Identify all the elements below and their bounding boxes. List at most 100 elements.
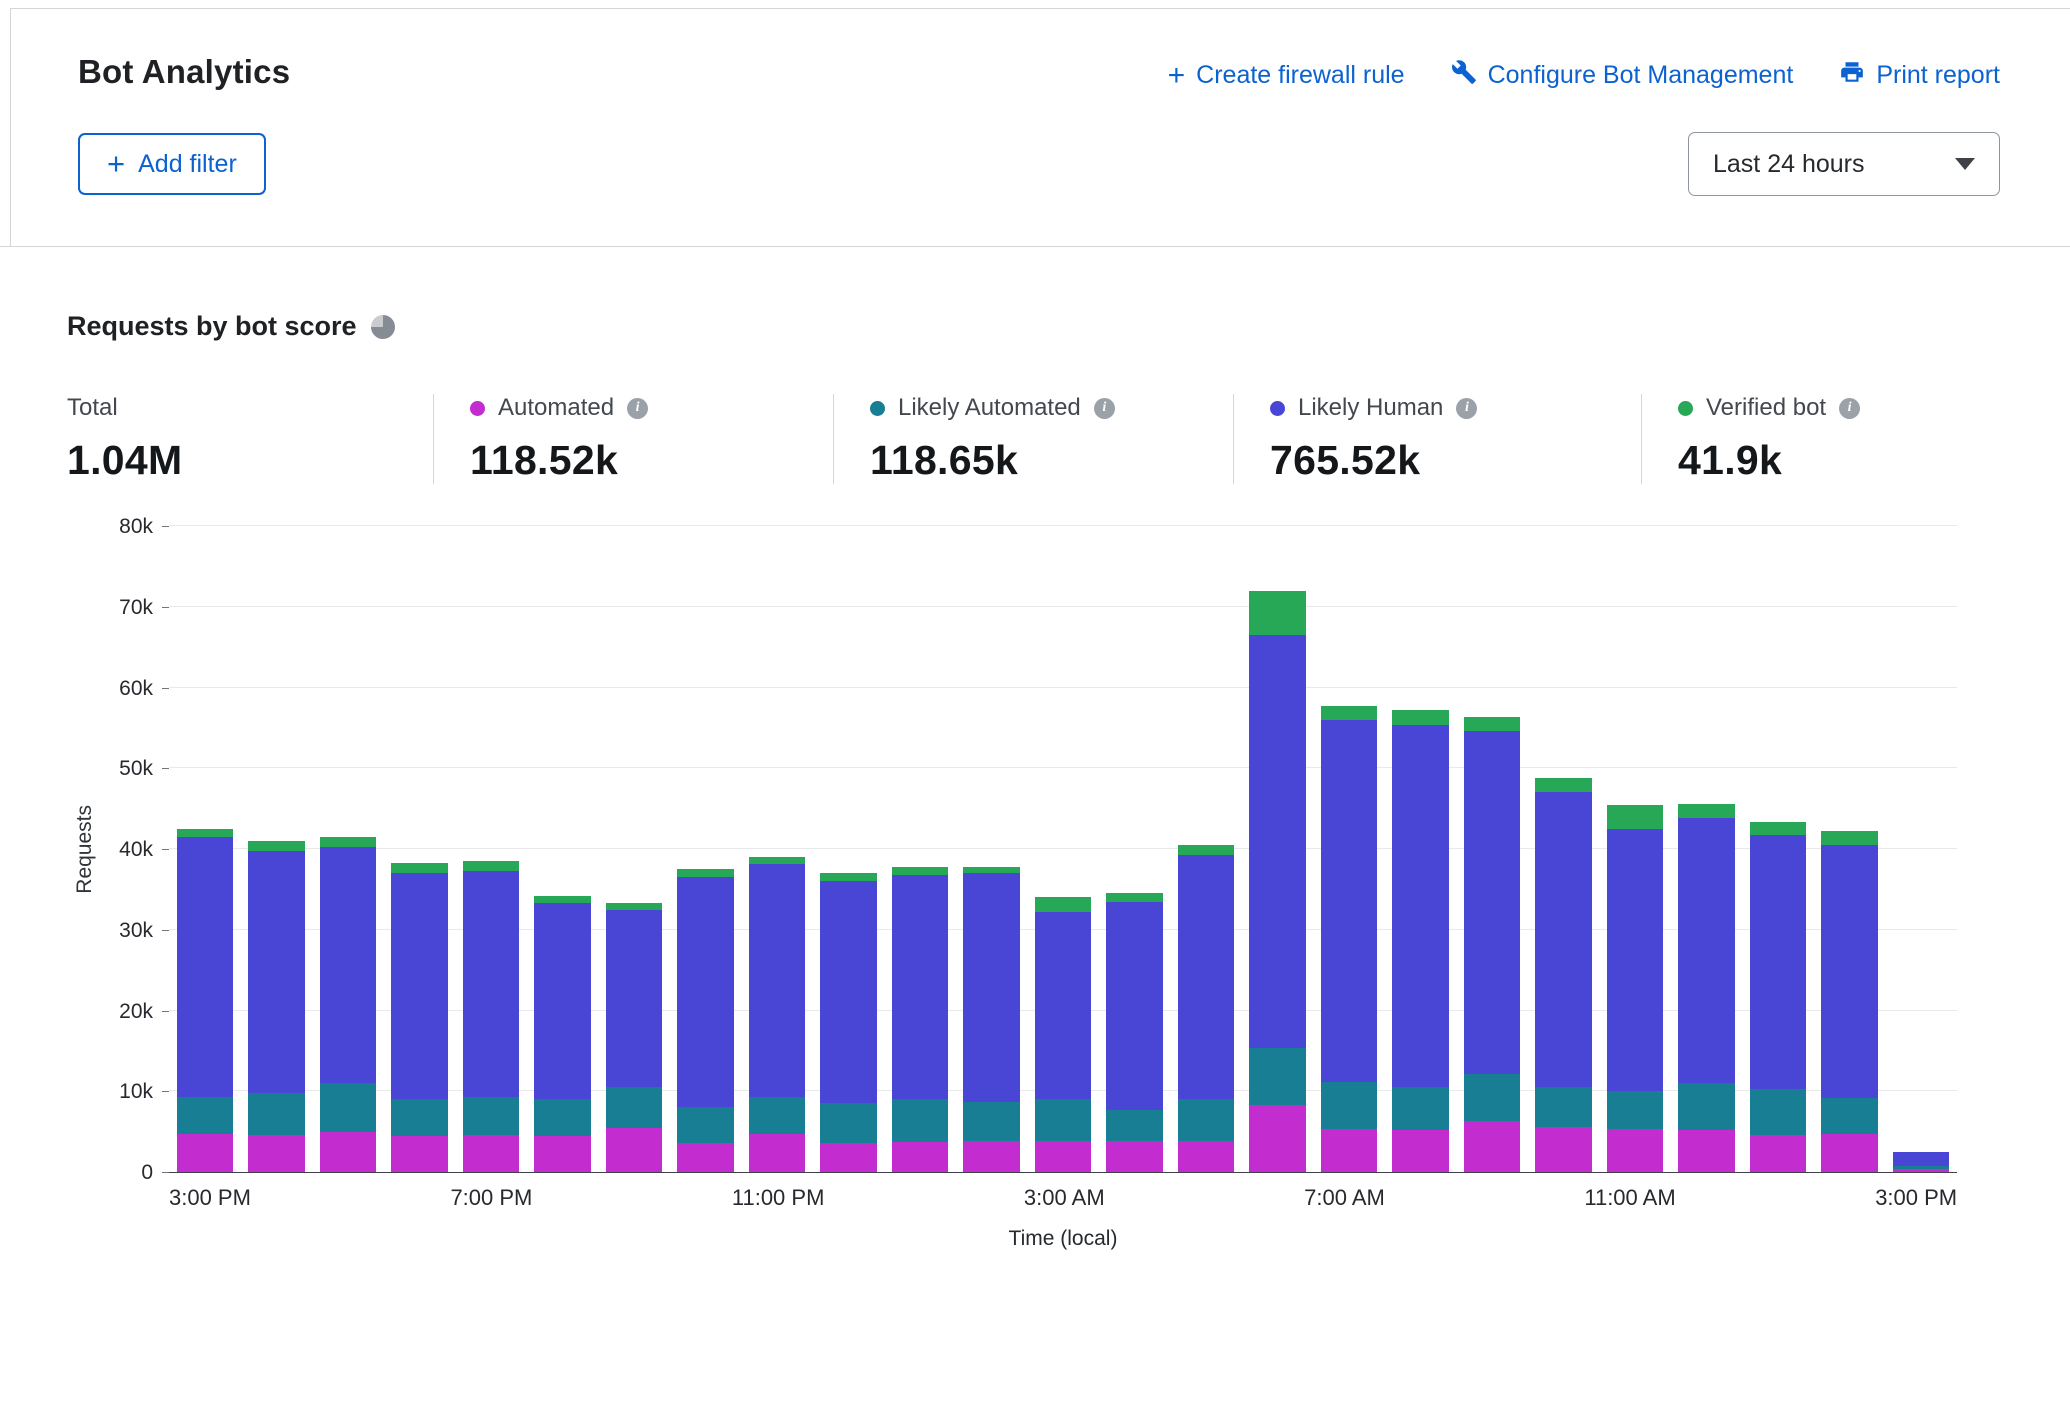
bar-segment-likely-automated — [177, 1097, 233, 1134]
bar-segment-likely-human — [606, 910, 662, 1088]
bar-segment-automated — [749, 1134, 805, 1172]
bar-segment-likely-automated — [463, 1097, 519, 1135]
bar-segment-automated — [177, 1134, 233, 1172]
bar-segment-automated — [1035, 1141, 1091, 1172]
bar-segment-automated — [1821, 1134, 1877, 1172]
requests-chart: Requests 010k20k30k40k50k60k70k80k 3:00 … — [67, 526, 1957, 1251]
bar-segment-likely-human — [1035, 912, 1091, 1099]
bar-segment-likely-human — [248, 851, 304, 1093]
y-axis-ticks: 010k20k30k40k50k60k70k80k — [103, 526, 169, 1173]
print-report-link[interactable]: Print report — [1839, 59, 2000, 92]
stacked-bar — [1321, 706, 1377, 1172]
bar-segment-likely-automated — [892, 1099, 948, 1142]
bar-segment-verified-bot — [1821, 831, 1877, 845]
configure-bot-management-link[interactable]: Configure Bot Management — [1451, 59, 1794, 92]
stacked-bar — [963, 867, 1019, 1172]
bar-segment-likely-human — [177, 837, 233, 1097]
bar-segment-automated — [820, 1143, 876, 1172]
bar-segment-automated — [1392, 1130, 1448, 1172]
bar-segment-verified-bot — [1035, 897, 1091, 912]
bar-segment-likely-human — [1750, 835, 1806, 1089]
stacked-bar — [1464, 717, 1520, 1172]
y-tick-label: 40k — [103, 838, 153, 862]
bar-segment-automated — [1249, 1105, 1305, 1172]
x-tick-label: 3:00 PM — [1875, 1185, 1957, 1211]
stat-likely-automated-label: Likely Automated — [898, 394, 1081, 422]
bar-segment-verified-bot — [534, 896, 590, 903]
header-actions: + Create firewall rule Configure Bot Man… — [1168, 53, 2000, 92]
bar-segment-likely-human — [1464, 731, 1520, 1073]
x-tick-label: 11:00 AM — [1584, 1185, 1675, 1211]
legend-dot-verified-bot — [1678, 401, 1693, 416]
filter-row: + Add filter Last 24 hours — [78, 132, 2000, 196]
bar-segment-verified-bot — [248, 841, 304, 851]
bar-segment-likely-human — [1821, 845, 1877, 1098]
stacked-bar — [1750, 822, 1806, 1172]
bar-segment-likely-automated — [248, 1093, 304, 1135]
card-body: Requests by bot score Total 1.04M Automa… — [0, 247, 2070, 1251]
stacked-bar — [892, 867, 948, 1172]
bar-segment-likely-human — [963, 873, 1019, 1102]
bar-segment-automated — [1607, 1129, 1663, 1172]
time-range-select[interactable]: Last 24 hours — [1688, 132, 2000, 196]
create-firewall-rule-link[interactable]: + Create firewall rule — [1168, 61, 1405, 90]
bar-segment-automated — [1321, 1129, 1377, 1172]
y-tick-label: 50k — [103, 757, 153, 781]
bar-segment-likely-human — [749, 864, 805, 1097]
stat-likely-human: Likely Human i 765.52k — [1233, 394, 1641, 484]
bar-segment-verified-bot — [1392, 710, 1448, 725]
bar-segment-likely-human — [1106, 902, 1162, 1110]
bar-segment-verified-bot — [177, 829, 233, 837]
stat-likely-automated-value: 118.65k — [870, 437, 1203, 484]
bar-segment-likely-automated — [1678, 1083, 1734, 1130]
bar-segment-likely-automated — [749, 1097, 805, 1134]
bar-segment-verified-bot — [892, 867, 948, 875]
stat-automated: Automated i 118.52k — [433, 394, 833, 484]
x-tick-label: 11:00 PM — [732, 1185, 825, 1211]
stat-likely-human-value: 765.52k — [1270, 437, 1611, 484]
bar-segment-likely-automated — [1392, 1087, 1448, 1130]
bar-segment-automated — [1106, 1141, 1162, 1172]
legend-dot-likely-automated — [870, 401, 885, 416]
bar-segment-automated — [1750, 1135, 1806, 1172]
bar-segment-likely-automated — [1750, 1089, 1806, 1135]
header-row: Bot Analytics + Create firewall rule Con… — [78, 53, 2000, 92]
bar-segment-automated — [1678, 1130, 1734, 1172]
bar-segment-verified-bot — [1106, 893, 1162, 901]
bar-segment-likely-human — [391, 873, 447, 1099]
bar-segment-verified-bot — [1535, 778, 1591, 793]
bar-segment-automated — [463, 1135, 519, 1172]
bar-segment-likely-human — [1178, 855, 1234, 1099]
stacked-bar — [820, 873, 876, 1172]
pie-chart-icon — [371, 315, 395, 339]
bar-segment-automated — [677, 1143, 733, 1172]
x-tick-label: 3:00 PM — [169, 1185, 251, 1211]
stacked-bar — [177, 829, 233, 1172]
stat-automated-label: Automated — [498, 394, 614, 422]
printer-icon — [1839, 59, 1865, 92]
info-icon[interactable]: i — [1094, 398, 1115, 419]
y-tick-label: 30k — [103, 919, 153, 943]
bar-segment-likely-human — [320, 847, 376, 1083]
bar-segment-automated — [1535, 1127, 1591, 1172]
stacked-bar — [677, 869, 733, 1172]
bar-segment-likely-human — [677, 877, 733, 1107]
bar-segment-automated — [1893, 1169, 1949, 1172]
stat-verified-bot-label: Verified bot — [1706, 394, 1826, 422]
bar-segment-automated — [606, 1128, 662, 1172]
bar-segment-automated — [391, 1136, 447, 1172]
add-filter-button[interactable]: + Add filter — [78, 133, 266, 195]
bar-segment-likely-automated — [1178, 1099, 1234, 1140]
info-icon[interactable]: i — [1839, 398, 1860, 419]
stacked-bar — [248, 841, 304, 1172]
info-icon[interactable]: i — [627, 398, 648, 419]
section-title: Requests by bot score — [67, 311, 357, 342]
stat-verified-bot-value: 41.9k — [1678, 437, 1860, 484]
stat-total-label: Total — [67, 394, 118, 422]
create-firewall-rule-label: Create firewall rule — [1196, 61, 1404, 90]
bar-segment-verified-bot — [463, 861, 519, 871]
info-icon[interactable]: i — [1456, 398, 1477, 419]
bar-segment-likely-automated — [1607, 1091, 1663, 1129]
plot-area — [169, 526, 1957, 1173]
bar-segment-likely-automated — [963, 1102, 1019, 1141]
